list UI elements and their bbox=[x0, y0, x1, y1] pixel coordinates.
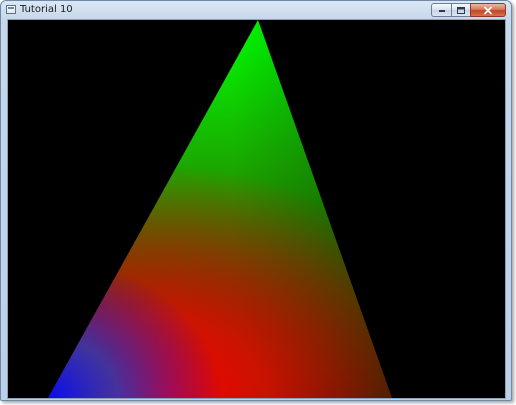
maximize-button[interactable] bbox=[451, 3, 470, 17]
window-controls bbox=[431, 3, 506, 17]
title-bar[interactable]: Tutorial 10 bbox=[1, 1, 511, 19]
minimize-icon bbox=[438, 10, 445, 12]
render-viewport[interactable] bbox=[7, 19, 506, 399]
close-button[interactable] bbox=[470, 3, 506, 17]
app-window: Tutorial 10 bbox=[0, 0, 512, 401]
render-canvas bbox=[8, 20, 505, 398]
window-title: Tutorial 10 bbox=[20, 4, 73, 15]
maximize-icon bbox=[457, 6, 465, 14]
minimize-button[interactable] bbox=[431, 3, 451, 17]
close-icon bbox=[484, 6, 492, 14]
window-icon[interactable] bbox=[6, 5, 16, 14]
